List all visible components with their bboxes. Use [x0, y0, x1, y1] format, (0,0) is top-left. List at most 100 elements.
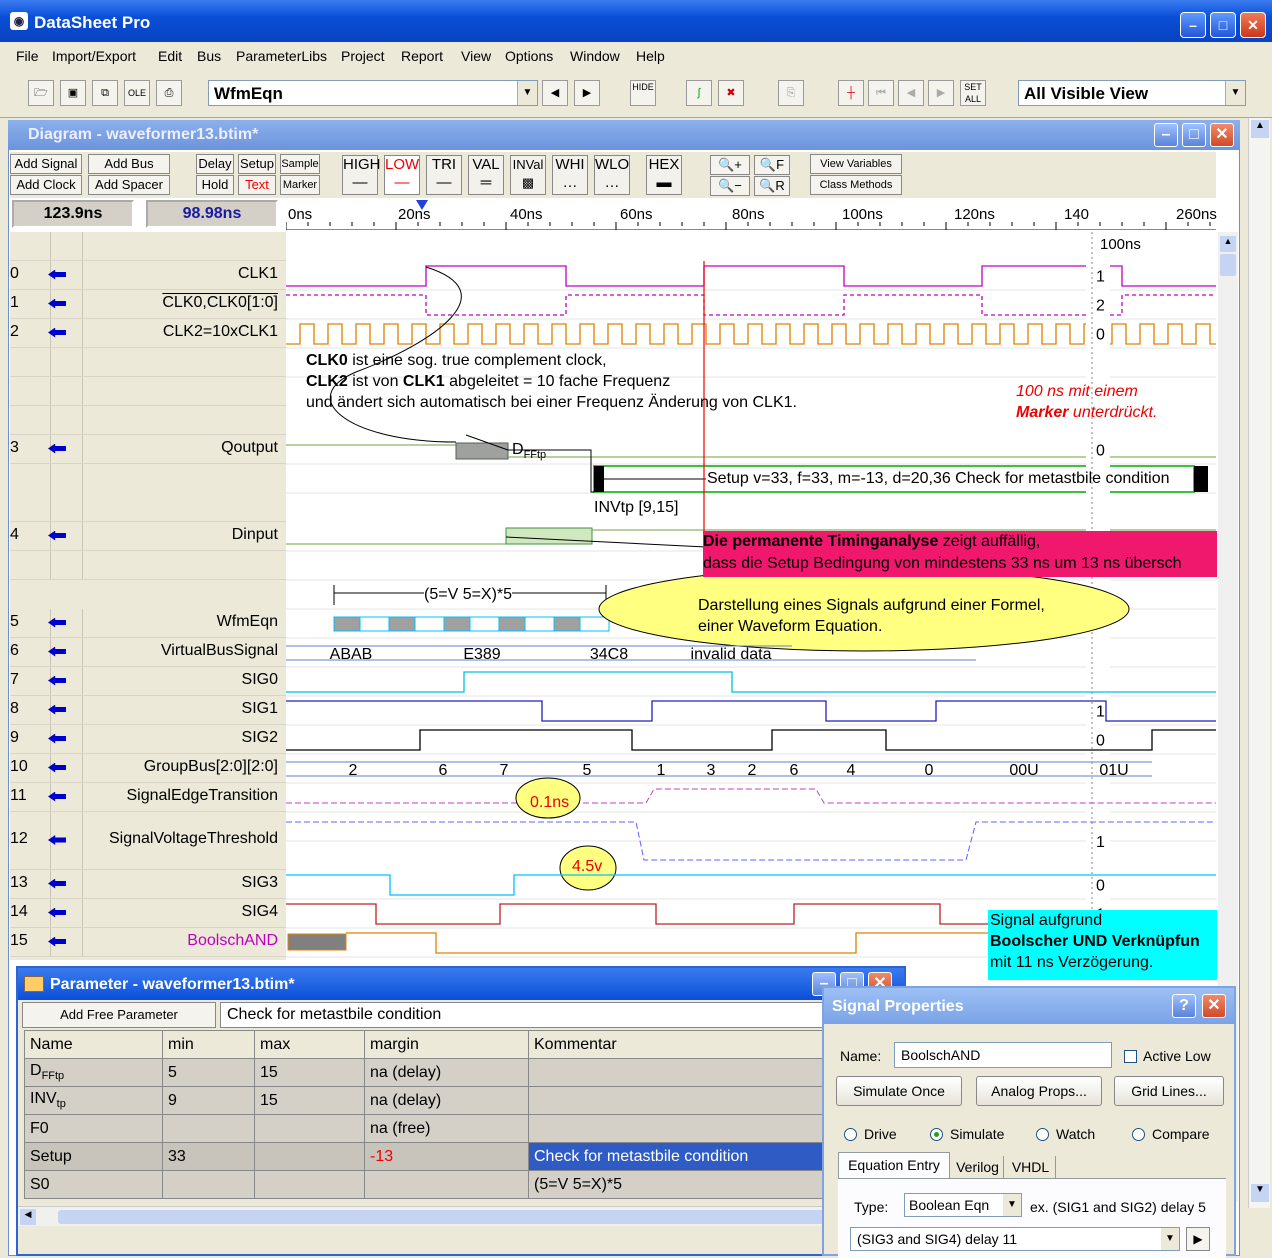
- chevron-down-icon[interactable]: ▼: [517, 81, 537, 105]
- diagram-maximize-button[interactable]: □: [1182, 123, 1206, 147]
- minimize-button[interactable]: –: [1180, 12, 1206, 38]
- text-button[interactable]: Text: [238, 175, 276, 195]
- row-comment[interactable]: Check for metastbile condition: [528, 1142, 825, 1171]
- open-folder-icon[interactable]: 🗁: [28, 80, 54, 106]
- signal-name[interactable]: VirtualBusSignal: [161, 642, 278, 660]
- signal-name[interactable]: SignalEdgeTransition: [127, 787, 279, 805]
- menu-report[interactable]: Report: [401, 48, 443, 64]
- drive-radio[interactable]: Drive: [844, 1126, 897, 1142]
- menu-view[interactable]: View: [461, 48, 491, 64]
- row-min[interactable]: [162, 1170, 255, 1199]
- compare-radio[interactable]: Compare: [1132, 1126, 1210, 1142]
- main-vertical-scrollbar[interactable]: ▲ ▼: [1248, 118, 1270, 1208]
- add-signal-button[interactable]: Add Signal: [10, 154, 82, 174]
- signal-row[interactable]: 7 SIG0: [10, 667, 286, 696]
- signal-row[interactable]: 12 SignalVoltageThreshold: [10, 812, 286, 870]
- zoom-in-button[interactable]: 🔍+: [710, 155, 750, 175]
- low-button[interactable]: LOW —: [384, 155, 420, 195]
- equation-combo[interactable]: WfmEqn ▼: [208, 80, 538, 106]
- menu-options[interactable]: Options: [505, 48, 553, 64]
- delay-button[interactable]: Delay: [196, 154, 234, 174]
- whi-button[interactable]: WHI…: [552, 155, 588, 195]
- signal-name[interactable]: SignalVoltageThreshold: [109, 830, 278, 848]
- marker-button[interactable]: Marker: [280, 175, 320, 195]
- cursor-marker-icon[interactable]: [416, 200, 428, 210]
- simulate-once-button[interactable]: Simulate Once: [836, 1076, 962, 1106]
- row-comment[interactable]: [528, 1086, 825, 1115]
- view-combo[interactable]: All Visible View ▼: [1018, 80, 1246, 106]
- ole-copy-icon[interactable]: OLE: [124, 80, 150, 106]
- radio-dot[interactable]: [1132, 1128, 1145, 1141]
- row-max[interactable]: 15: [254, 1058, 365, 1087]
- signal-name[interactable]: SIG2: [242, 729, 278, 747]
- scroll-left-icon[interactable]: ◀: [20, 1209, 36, 1225]
- col-max[interactable]: max: [254, 1030, 365, 1059]
- diagram-minimize-button[interactable]: –: [1154, 123, 1178, 147]
- menu-parameterlibs[interactable]: ParameterLibs: [236, 48, 327, 64]
- row-min[interactable]: [162, 1114, 255, 1143]
- signal-row[interactable]: 11 SignalEdgeTransition: [10, 783, 286, 812]
- watch-radio[interactable]: Watch: [1036, 1126, 1095, 1142]
- row-comment[interactable]: (5=V 5=X)*5: [528, 1170, 825, 1199]
- radio-dot[interactable]: [844, 1128, 857, 1141]
- signal-name[interactable]: SIG3: [242, 874, 278, 892]
- wlo-button[interactable]: WLO…: [594, 155, 630, 195]
- add-free-parameter-button[interactable]: Add Free Parameter: [22, 1002, 216, 1028]
- hold-button[interactable]: Hold: [196, 175, 234, 195]
- inval-button[interactable]: INVal ▩: [510, 155, 546, 195]
- spacer-row[interactable]: [10, 377, 286, 406]
- table-row[interactable]: Setup 33 -13 Check for metastbile condit…: [24, 1142, 825, 1171]
- row-comment[interactable]: [528, 1114, 825, 1143]
- hide-button[interactable]: HIDE: [630, 80, 656, 106]
- set-all-button[interactable]: SET ALL: [960, 80, 986, 106]
- menu-window[interactable]: Window: [570, 48, 620, 64]
- signal-name-input[interactable]: BoolschAND: [894, 1042, 1112, 1068]
- marker-prev-icon[interactable]: ◀: [898, 80, 924, 106]
- signal-row[interactable]: 2 CLK2=10xCLK1: [10, 319, 286, 348]
- save-icon[interactable]: ▣: [60, 80, 86, 106]
- close-button[interactable]: ✕: [1240, 12, 1266, 38]
- next-edge-icon[interactable]: ▶: [574, 80, 600, 106]
- maximize-button[interactable]: □: [1210, 12, 1236, 38]
- zoom-range-button[interactable]: 🔍R: [754, 176, 790, 196]
- scroll-up-icon[interactable]: ▲: [1220, 236, 1236, 252]
- class-methods-button[interactable]: Class Methods: [810, 175, 902, 195]
- row-max[interactable]: 15: [254, 1086, 365, 1115]
- print-icon[interactable]: ⎙: [156, 80, 182, 106]
- marker-next-icon[interactable]: ▶: [928, 80, 954, 106]
- grid-lines-button[interactable]: Grid Lines...: [1114, 1076, 1224, 1106]
- table-row[interactable]: F0 na (free): [24, 1114, 825, 1143]
- stop-simulate-icon[interactable]: ✖: [718, 80, 744, 106]
- row-min[interactable]: 5: [162, 1058, 255, 1087]
- row-comment[interactable]: [528, 1058, 825, 1087]
- menu-help[interactable]: Help: [636, 48, 665, 64]
- signal-row[interactable]: 8 SIG1: [10, 696, 286, 725]
- marker-first-icon[interactable]: ⏮: [868, 80, 894, 106]
- col-min[interactable]: min: [162, 1030, 255, 1059]
- signal-row[interactable]: 10 GroupBus[2:0][2:0]: [10, 754, 286, 783]
- signal-name[interactable]: SIG4: [242, 903, 278, 921]
- tab-equation-entry[interactable]: Equation Entry: [838, 1152, 950, 1178]
- play-icon[interactable]: ▶: [1186, 1227, 1210, 1251]
- menu-bus[interactable]: Bus: [197, 48, 221, 64]
- signal-name[interactable]: WfmEqn: [217, 613, 278, 631]
- tab-verilog[interactable]: Verilog: [952, 1156, 1004, 1178]
- row-max[interactable]: [254, 1142, 365, 1171]
- hex-button[interactable]: HEX ▬: [646, 155, 682, 195]
- analog-props-button[interactable]: Analog Props...: [976, 1076, 1102, 1106]
- chevron-down-icon[interactable]: ▼: [1225, 81, 1245, 105]
- signal-row[interactable]: 14 SIG4: [10, 899, 286, 928]
- signal-row[interactable]: 15 BoolschAND: [10, 928, 286, 957]
- marker-icon[interactable]: ┼: [838, 80, 864, 106]
- high-button[interactable]: HIGH —: [342, 155, 381, 195]
- scroll-thumb[interactable]: [58, 1210, 838, 1224]
- sample-button[interactable]: Sample: [280, 154, 320, 174]
- signal-row[interactable]: 6 VirtualBusSignal: [10, 638, 286, 667]
- add-bus-button[interactable]: Add Bus: [88, 154, 170, 174]
- help-button[interactable]: ?: [1172, 994, 1196, 1018]
- type-select[interactable]: Boolean Eqn ▼: [904, 1193, 1022, 1217]
- active-low-checkbox[interactable]: Active Low: [1124, 1048, 1211, 1064]
- menu-file[interactable]: File: [16, 48, 39, 64]
- signal-name[interactable]: SIG0: [242, 671, 278, 689]
- col-name[interactable]: Name: [24, 1030, 163, 1059]
